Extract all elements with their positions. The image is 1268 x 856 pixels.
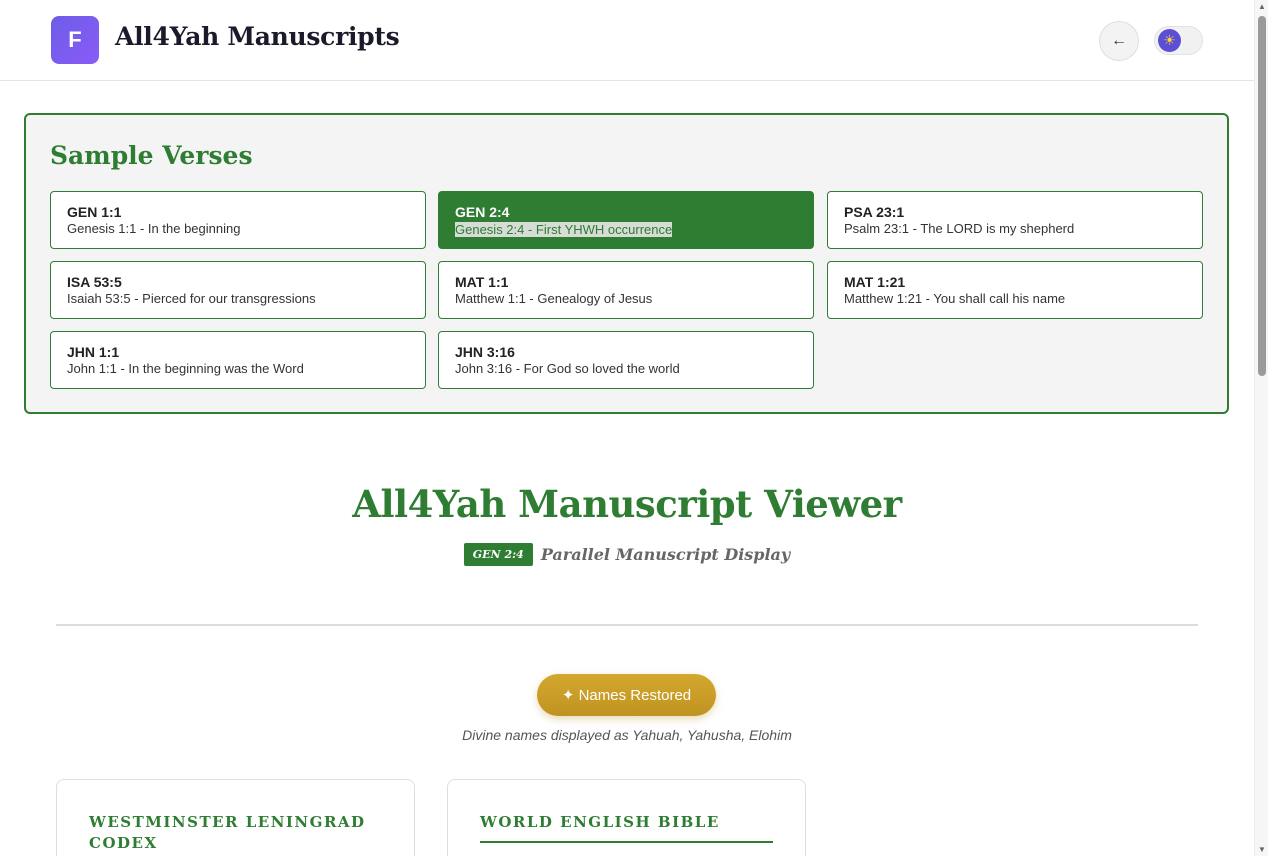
verse-desc: Genesis 2:4 - First YHWH occurrence [455, 222, 673, 237]
sun-icon: ☀ [1158, 29, 1181, 52]
verse-ref: PSA 23:1 [844, 204, 905, 220]
verse-card-mat-1-21[interactable]: MAT 1:21 Matthew 1:21 - You shall call h… [827, 261, 1203, 319]
verse-desc: Matthew 1:21 - You shall call his name [844, 291, 1066, 306]
manuscript-title: WESTMINSTER LENINGRAD CODEX [89, 813, 366, 852]
app-header: F All4Yah Manuscripts ← ☀ [0, 0, 1254, 81]
app-logo[interactable]: F [51, 16, 99, 64]
theme-toggle[interactable]: ☀ [1154, 26, 1203, 55]
verse-card-jhn-1-1[interactable]: JHN 1:1 John 1:1 - In the beginning was … [50, 331, 426, 389]
viewer-subtitle: Parallel Manuscript Display [540, 545, 791, 564]
sample-verses-title: Sample Verses [50, 141, 253, 170]
verse-ref: MAT 1:21 [844, 274, 906, 290]
verse-card-mat-1-1[interactable]: MAT 1:1 Matthew 1:1 - Genealogy of Jesus [438, 261, 814, 319]
manuscript-title: WORLD ENGLISH BIBLE [480, 813, 720, 831]
back-button[interactable]: ← [1099, 21, 1139, 61]
current-ref-badge: GEN 2:4 [463, 543, 533, 566]
scroll-down-icon[interactable]: ▼ [1258, 845, 1266, 854]
verse-card-gen-2-4[interactable]: GEN 2:4 Genesis 2:4 - First YHWH occurre… [438, 191, 814, 249]
viewer-title: All4Yah Manuscript Viewer [352, 482, 902, 526]
verse-card-jhn-3-16[interactable]: JHN 3:16 John 3:16 - For God so loved th… [438, 331, 814, 389]
manuscript-card-wlc: WESTMINSTER LENINGRAD CODEX [56, 779, 415, 856]
manuscript-title-underline [480, 841, 773, 843]
app-title: All4Yah Manuscripts [115, 22, 400, 51]
names-note: Divine names displayed as Yahuah, Yahush… [462, 727, 792, 743]
verse-desc: Genesis 1:1 - In the beginning [67, 221, 241, 236]
verse-card-gen-1-1[interactable]: GEN 1:1 Genesis 1:1 - In the beginning [50, 191, 426, 249]
verse-card-psa-23-1[interactable]: PSA 23:1 Psalm 23:1 - The LORD is my she… [827, 191, 1203, 249]
verse-desc: John 1:1 - In the beginning was the Word [67, 361, 304, 376]
sample-verses-panel: Sample Verses GEN 1:1 Genesis 1:1 - In t… [24, 113, 1229, 414]
verse-desc: Isaiah 53:5 - Pierced for our transgress… [67, 291, 316, 306]
manuscript-card-web: WORLD ENGLISH BIBLE [447, 779, 806, 856]
verse-ref: JHN 1:1 [67, 344, 120, 360]
verse-card-isa-53-5[interactable]: ISA 53:5 Isaiah 53:5 - Pierced for our t… [50, 261, 426, 319]
verse-desc: Psalm 23:1 - The LORD is my shepherd [844, 221, 1075, 236]
verse-ref: MAT 1:1 [455, 274, 509, 290]
page-scrollbar[interactable]: ▲ ▼ [1254, 0, 1268, 856]
verse-ref: GEN 2:4 [455, 204, 510, 220]
scrollbar-thumb[interactable] [1258, 16, 1266, 376]
verse-ref: ISA 53:5 [67, 274, 122, 290]
viewer-subtitle-row: GEN 2:4 Parallel Manuscript Display [0, 543, 1254, 566]
scroll-up-icon[interactable]: ▲ [1258, 2, 1266, 11]
names-restored-button[interactable]: ✦ Names Restored [537, 674, 716, 716]
section-divider [56, 624, 1198, 626]
verse-ref: GEN 1:1 [67, 204, 122, 220]
verse-desc: Matthew 1:1 - Genealogy of Jesus [455, 291, 653, 306]
verse-desc: John 3:16 - For God so loved the world [455, 361, 680, 376]
verse-ref: JHN 3:16 [455, 344, 515, 360]
